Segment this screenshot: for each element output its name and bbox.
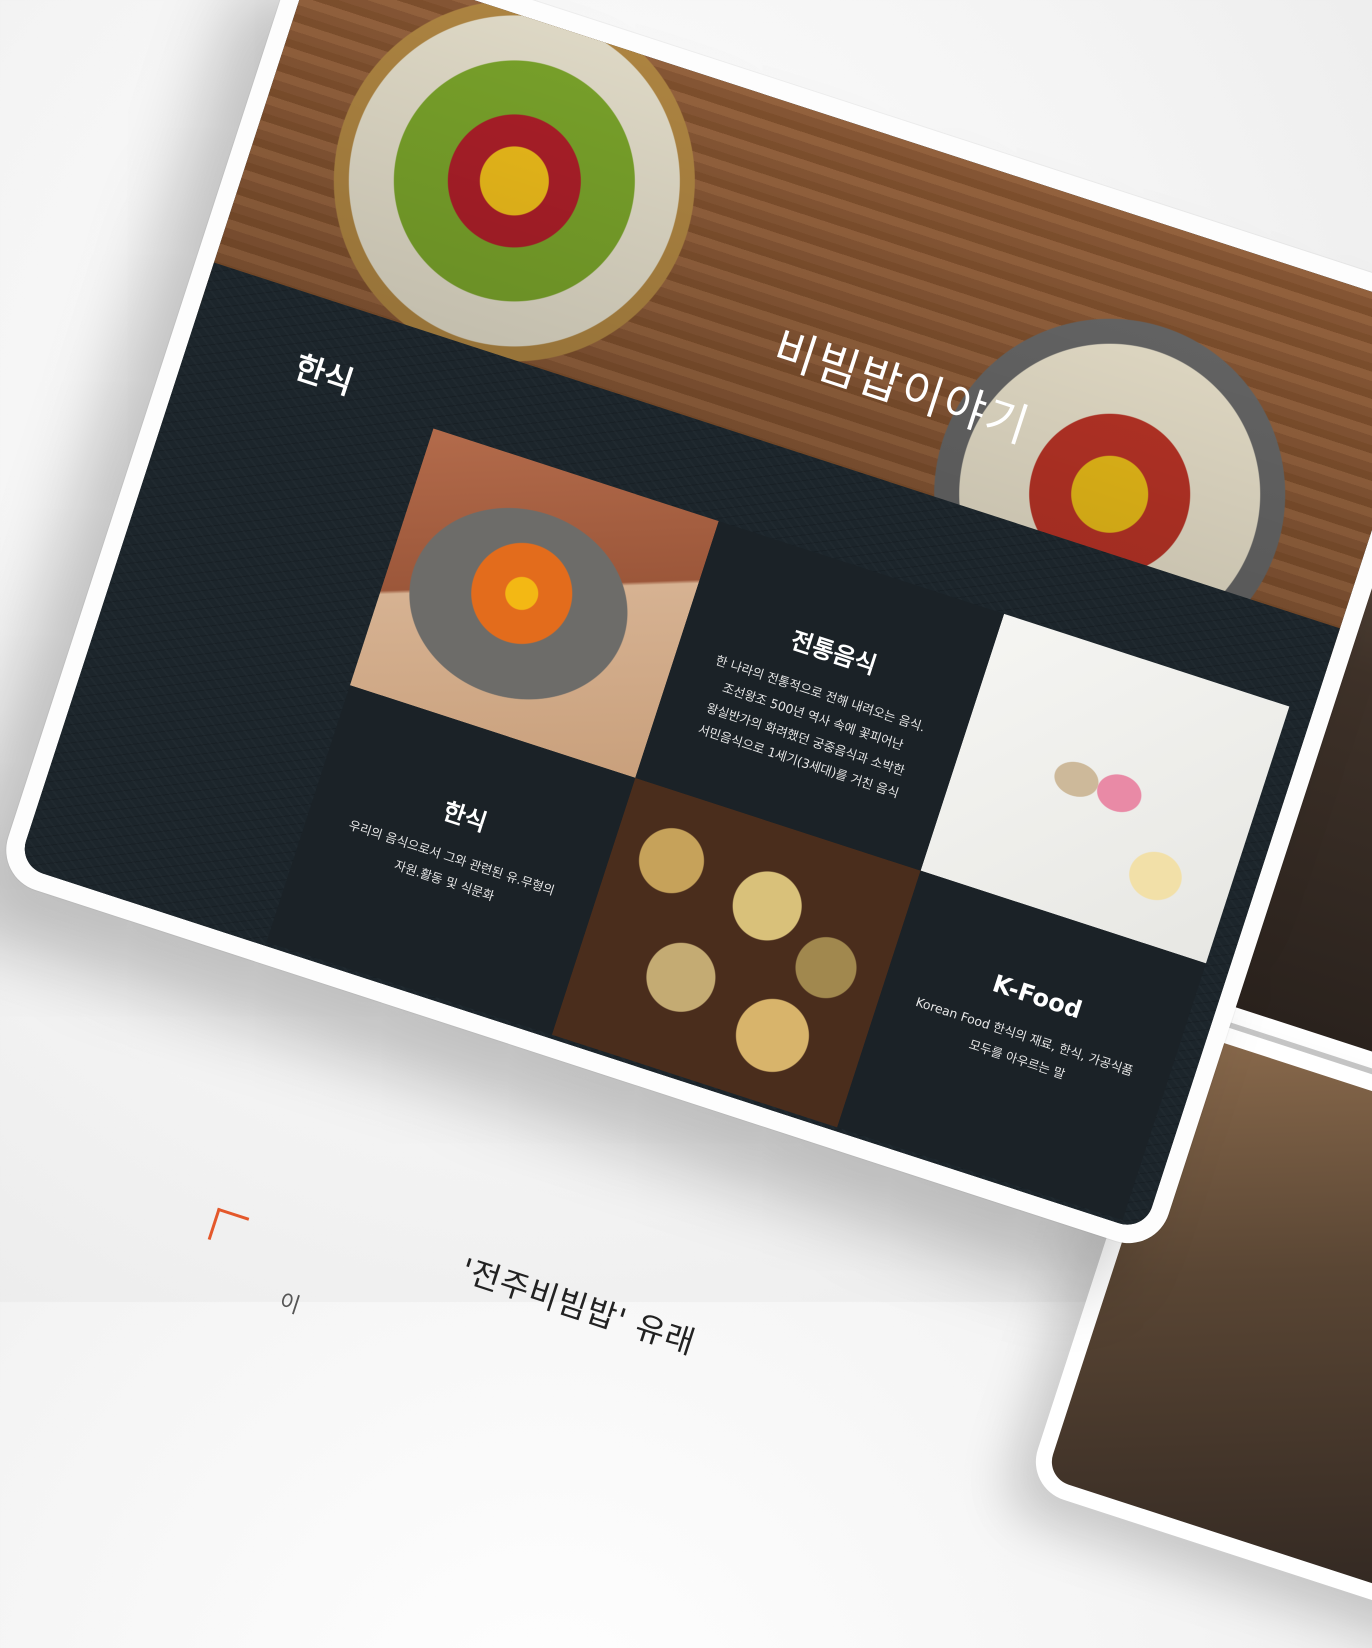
bibimbap-origin-caption: '전주비빔밥' 유래 — [456, 1250, 701, 1363]
main-screen: 비빔밥이야기 한식 전통음식 한 나라의 전통적으로 전해 내려오는 음식. 조… — [18, 0, 1372, 1232]
orange-corner-bracket — [207, 1207, 250, 1250]
main-device: 비빔밥이야기 한식 전통음식 한 나라의 전통적으로 전해 내려오는 음식. 조… — [0, 0, 1372, 1255]
caption-sub-text: 이 — [275, 1289, 303, 1320]
